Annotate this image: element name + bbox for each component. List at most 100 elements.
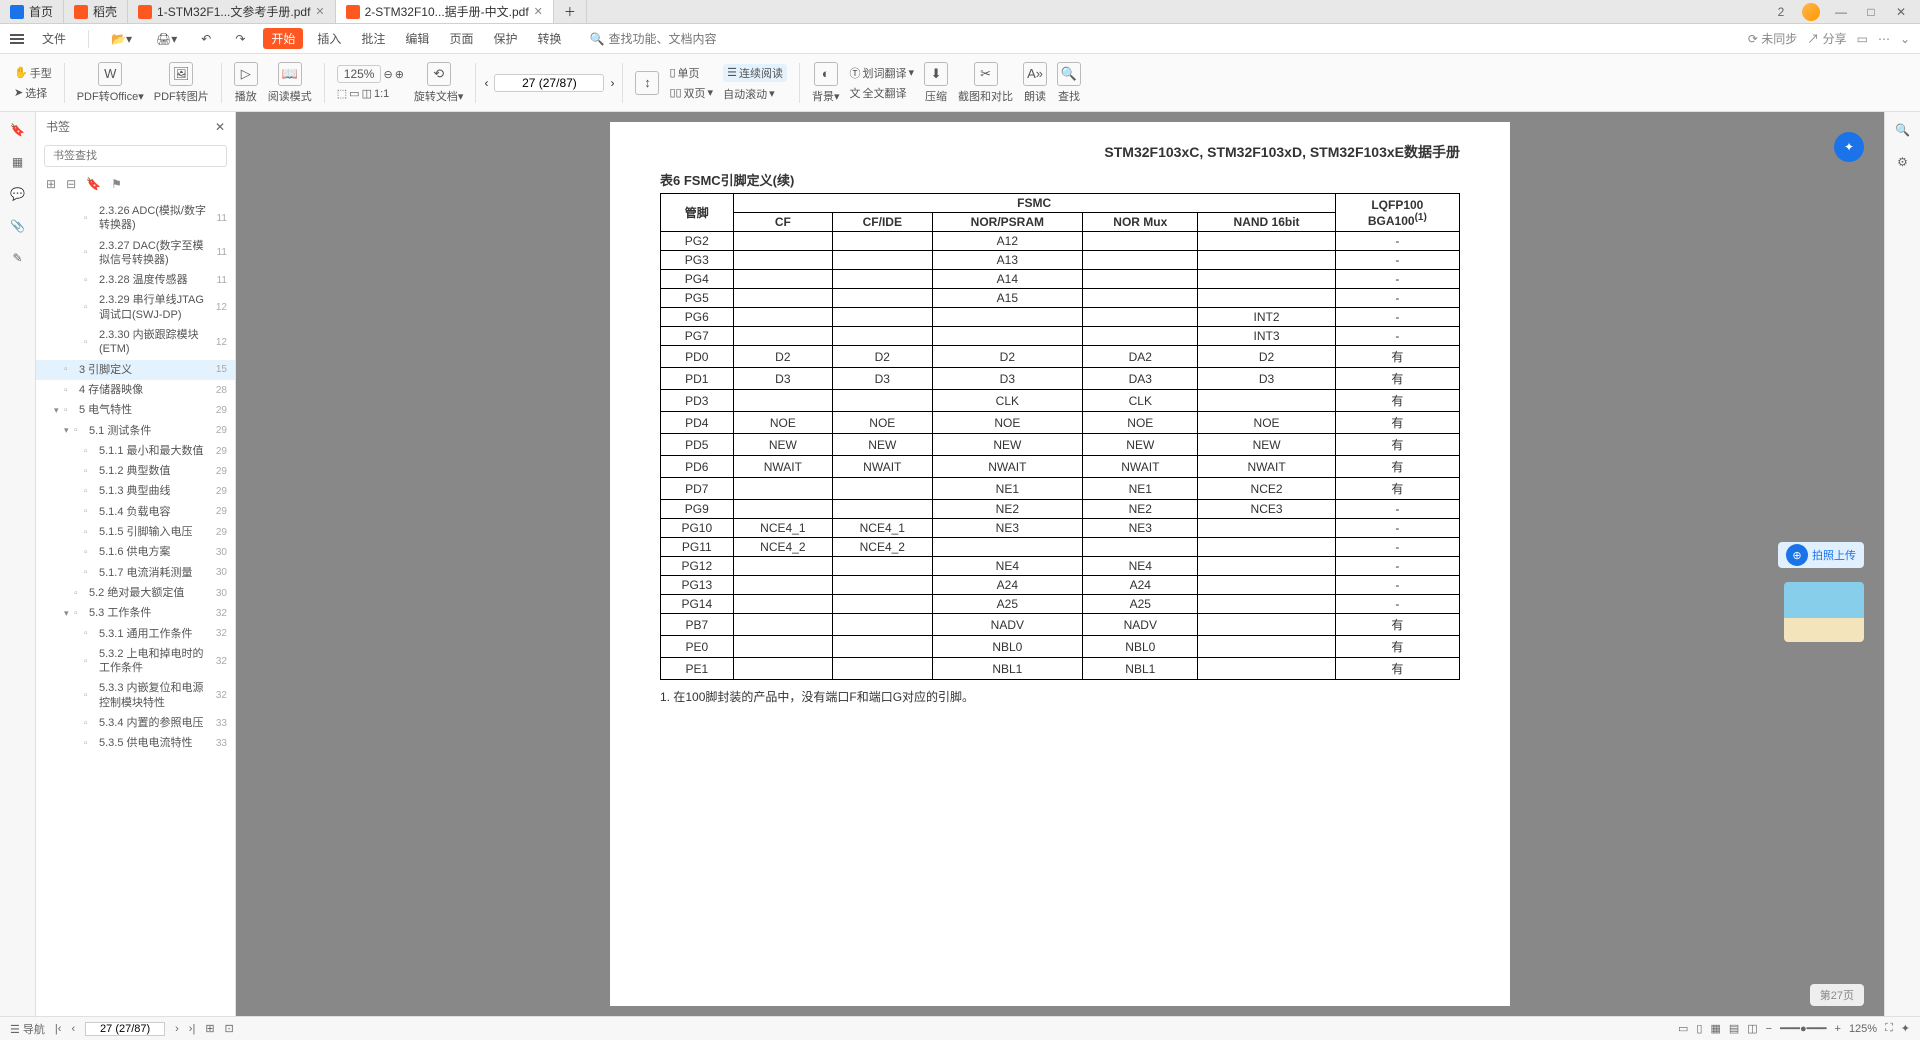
find-button[interactable]: 🔍查找 [1053,62,1085,104]
double-page[interactable]: ▯▯ 双页▾ [669,85,713,101]
ai-button[interactable]: ✦ [1834,132,1864,162]
search-box[interactable]: 🔍 [589,32,728,46]
menu-转换[interactable]: 转换 [531,28,567,49]
bookmark-item[interactable]: ▾▫5.1 测试条件29 [36,421,235,441]
attachment-panel-icon[interactable]: 📎 [8,216,28,236]
menu-插入[interactable]: 插入 [311,28,347,49]
bookmark-item[interactable]: ▫2.3.30 内嵌跟踪模块(ETM)12 [36,325,235,360]
signature-panel-icon[interactable]: ✎ [8,248,28,268]
fit-height[interactable]: ◫ [362,87,372,100]
panel-close[interactable]: ✕ [215,120,225,134]
prev-page[interactable]: ‹ [484,76,488,90]
undo-button[interactable]: ↶ [195,30,217,48]
bookmark-item[interactable]: ▫2.3.27 DAC(数字至模拟信号转换器)11 [36,236,235,271]
fit-page[interactable]: ▭ [349,87,359,100]
bookmark-item[interactable]: ▫5.1.6 供电方案30 [36,542,235,562]
fullscreen-icon[interactable]: ⛶ [1885,1022,1893,1035]
tab-close[interactable]: ✕ [534,5,543,18]
bookmark-item[interactable]: ▫5.1.4 负载电容29 [36,502,235,522]
search-input[interactable] [608,32,728,46]
bookmark-item[interactable]: ▫2.3.26 ADC(模拟/数字转换器)11 [36,201,235,236]
bookmark-item[interactable]: ▫5.1.5 引脚输入电压29 [36,522,235,542]
bookmark-item[interactable]: ▫5.1.1 最小和最大数值29 [36,441,235,461]
hamburger-icon[interactable] [10,34,24,44]
continuous-read[interactable]: ☰ 连续阅读 [723,64,787,82]
zoom-status[interactable]: 125% [1849,1023,1877,1035]
next-page[interactable]: › [610,76,614,90]
bookmark-flag-icon[interactable]: ⚑ [111,177,122,191]
last-page[interactable]: ›| [189,1023,196,1035]
bookmark-item[interactable]: ▫5.1.7 电流消耗测量30 [36,563,235,583]
menu-批注[interactable]: 批注 [355,28,391,49]
prev-page-status[interactable]: ‹ [71,1023,75,1035]
bookmark-item[interactable]: ▫5.1.2 典型数值29 [36,461,235,481]
view-mode-3[interactable]: ▦ [1710,1022,1720,1035]
first-page[interactable]: |‹ [55,1023,62,1035]
tab-2[interactable]: 1-STM32F1...文参考手册.pdf✕ [128,0,336,23]
print-button[interactable]: 🖨▾ [150,30,183,48]
auto-scroll[interactable]: 自动滚动▾ [723,86,775,102]
view-mode-1[interactable]: ▭ [1678,1022,1688,1035]
open-button[interactable]: 📂▾ [105,30,138,48]
fit-icon[interactable]: ◫ [1747,1022,1757,1035]
maximize-button[interactable]: □ [1862,3,1880,21]
bookmark-item[interactable]: ▫5.3.4 内置的参照电压33 [36,713,235,733]
bookmark-item[interactable]: ▾▫5.3 工作条件32 [36,603,235,623]
fit-actual[interactable]: 1:1 [374,88,389,100]
settings-icon[interactable]: ✦ [1901,1022,1910,1035]
read-aloud[interactable]: A»朗读 [1019,62,1051,104]
tools-icon[interactable]: ⚙ [1893,152,1913,172]
nav-toggle[interactable]: ☰ 导航 [10,1021,45,1037]
word-translate[interactable]: Ⓣ 划词翻译▾ [849,65,914,81]
view-mode-2[interactable]: ▯ [1696,1022,1702,1035]
menu-页面[interactable]: 页面 [443,28,479,49]
bookmark-item[interactable]: ▫5.1.3 典型曲线29 [36,481,235,501]
single-page[interactable]: ▯ 单页 [669,65,699,81]
bookmark-item[interactable]: ▫5.3.2 上电和掉电时的工作条件32 [36,644,235,679]
select-tool[interactable]: ➤ 选择 [14,85,47,101]
pdf-to-image[interactable]: 🖼PDF转图片 [150,62,213,104]
read-mode[interactable]: 📖阅读模式 [264,62,316,104]
bookmark-item[interactable]: ▫5.3.1 通用工作条件32 [36,624,235,644]
tab-0[interactable]: 首页 [0,0,64,23]
photo-upload-button[interactable]: ⊕拍照上传 [1778,542,1864,568]
full-translate[interactable]: 文 全文翻译 [849,85,906,101]
tab-3[interactable]: 2-STM32F10...据手册-中文.pdf✕ [336,0,554,23]
avatar[interactable] [1802,3,1820,21]
zoom-out-status[interactable]: − [1766,1023,1772,1035]
promo-image[interactable] [1784,582,1864,642]
menu-保护[interactable]: 保护 [487,28,523,49]
zoom-in[interactable]: ⊕ [395,68,404,81]
adjust-icon[interactable]: ⊡ [225,1022,234,1035]
sync-status[interactable]: ⟳ 未同步 [1748,30,1797,47]
thumbnail-panel-icon[interactable]: ▦ [8,152,28,172]
bookmark-search[interactable] [44,145,227,167]
next-page-status[interactable]: › [175,1023,179,1035]
view-mode-4[interactable]: ▤ [1729,1022,1739,1035]
play-button[interactable]: ▷播放 [230,62,262,104]
close-button[interactable]: ✕ [1892,3,1910,21]
redo-button[interactable]: ↷ [229,30,251,48]
search-icon[interactable]: 🔍 [1893,120,1913,140]
menu-编辑[interactable]: 编辑 [399,28,435,49]
bookmark-item[interactable]: ▫2.3.28 温度传感器11 [36,270,235,290]
bookmark-panel-icon[interactable]: 🔖 [8,120,28,140]
menu-开始[interactable]: 开始 [263,28,303,49]
layout-icon[interactable]: ⊞ [205,1022,214,1035]
bookmark-item[interactable]: ▫4 存储器映像28 [36,380,235,400]
zoom-out[interactable]: ⊖ [383,68,392,81]
bookmark-item[interactable]: ▫3 引脚定义15 [36,360,235,380]
hand-tool[interactable]: ✋ 手型 [14,65,52,81]
rotate-button[interactable]: ⟲旋转文档▾ [410,62,468,104]
document-viewport[interactable]: STM32F103xC, STM32F103xD, STM32F103xE数据手… [236,112,1884,1016]
bookmark-item[interactable]: ▫2.3.29 串行单线JTAG调试口(SWJ-DP)12 [36,290,235,325]
more-button[interactable]: ⋯ [1878,32,1890,46]
share-button[interactable]: ↗ 分享 [1807,30,1846,47]
bookmark-item[interactable]: ▫5.3.5 供电电流特性33 [36,733,235,753]
menu-dropdown[interactable]: ⌄ [1900,32,1910,46]
jump-button[interactable]: ↕ [631,71,663,95]
fit-width[interactable]: ⬚ [337,87,347,100]
file-menu[interactable]: 文件 [36,28,72,49]
page-input[interactable] [494,74,604,92]
compress-button[interactable]: ⬇压缩 [920,62,952,104]
